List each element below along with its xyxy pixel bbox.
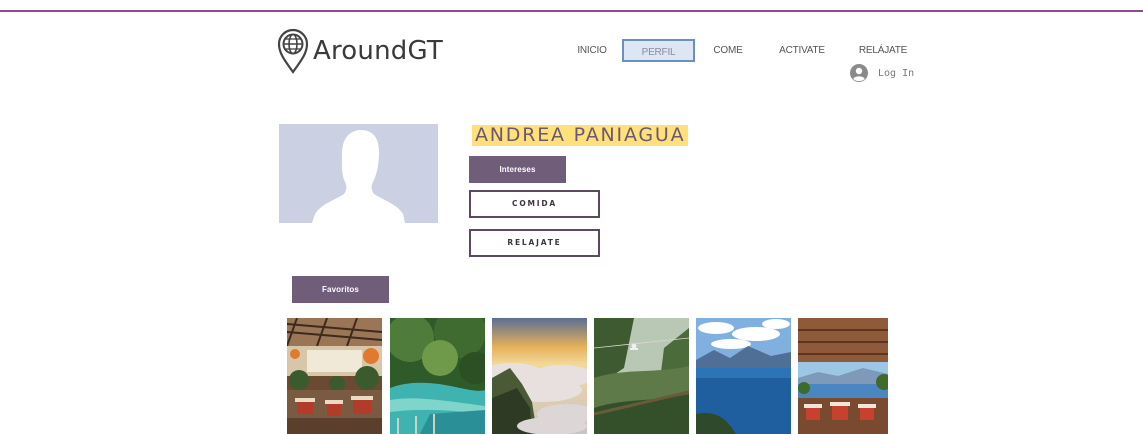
site-logo[interactable]: AroundGT — [277, 28, 443, 74]
nav-item-come[interactable]: COME — [706, 39, 750, 62]
gallery-image-restaurant-patio[interactable] — [287, 318, 382, 434]
gallery-image-zipline-over-valley[interactable] — [594, 318, 689, 434]
person-silhouette-icon — [279, 124, 438, 223]
gallery-image-turquoise-river-pools[interactable] — [390, 318, 485, 434]
nav-item-activate[interactable]: ACTIVATE — [774, 39, 830, 62]
brand-name: AroundGT — [313, 36, 443, 66]
header-divider — [0, 10, 1143, 12]
favorites-button[interactable]: Favoritos — [292, 276, 389, 303]
profile-avatar — [279, 124, 438, 223]
nav-item-relajate[interactable]: RELÁJATE — [855, 39, 911, 62]
user-avatar-icon — [850, 64, 868, 82]
nav-item-inicio[interactable]: INICIO — [570, 39, 614, 62]
profile-name: ANDREA PANIAGUA — [472, 125, 689, 146]
login-button[interactable]: Log In — [850, 64, 914, 82]
login-label: Log In — [878, 67, 915, 79]
nav-item-perfil[interactable]: PERFIL — [622, 39, 695, 62]
gallery-image-sunset-over-clouds[interactable] — [492, 318, 587, 434]
comida-button[interactable]: COMIDA — [469, 190, 600, 218]
gallery-image-lake-with-volcanoes[interactable] — [696, 318, 791, 434]
relajate-button[interactable]: RELAJATE — [469, 229, 600, 257]
interests-button[interactable]: Intereses — [469, 156, 566, 183]
gallery-image-lakeside-terrace[interactable] — [798, 318, 888, 434]
globe-pin-icon — [277, 28, 309, 74]
